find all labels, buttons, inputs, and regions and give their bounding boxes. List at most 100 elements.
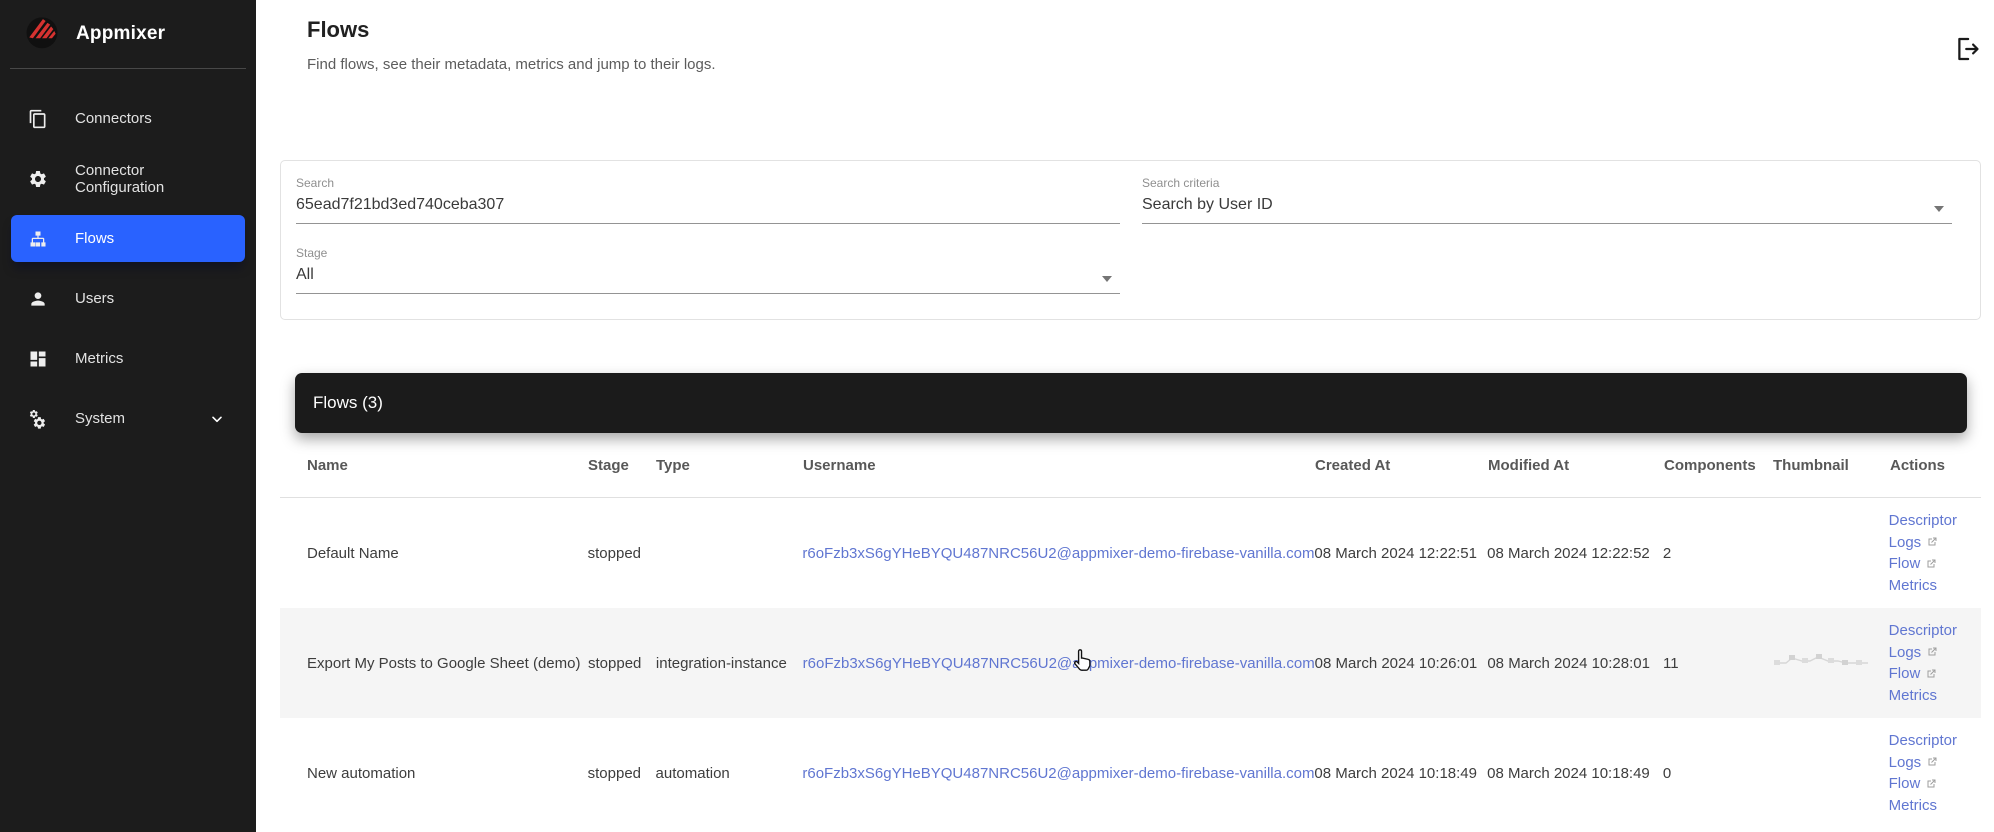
- flow-components: 0: [1663, 765, 1772, 782]
- column-header-components: Components: [1664, 457, 1773, 474]
- search-label: Search: [296, 176, 1120, 190]
- table-body: Default Name stopped r6oFzb3xS6gYHeBYQU4…: [280, 498, 1981, 828]
- column-header-stage: Stage: [588, 457, 656, 474]
- flow-link[interactable]: Flow: [1889, 553, 1957, 575]
- sidebar: Appmixer Connectors Connector Configurat…: [0, 0, 256, 832]
- metrics-icon: [28, 349, 48, 369]
- descriptor-link[interactable]: Descriptor: [1889, 730, 1957, 752]
- table-header-row: Name Stage Type Username Created At Modi…: [280, 433, 1981, 498]
- metrics-link[interactable]: Metrics: [1889, 795, 1957, 817]
- stage-value: All: [296, 266, 1120, 284]
- external-link-icon: [1926, 646, 1938, 658]
- row-actions: Descriptor Logs Flow Metrics: [1889, 620, 1957, 706]
- logout-icon[interactable]: [1950, 34, 1980, 64]
- sidebar-item-label: Flows: [75, 230, 114, 247]
- dropdown-arrow-icon: [1102, 276, 1112, 282]
- column-header-username: Username: [803, 457, 1315, 474]
- flow-modified-at: 08 March 2024 10:18:49: [1487, 765, 1663, 782]
- logs-link[interactable]: Logs: [1889, 532, 1957, 554]
- external-link-icon: [1925, 668, 1937, 680]
- stage-select[interactable]: Stage All: [296, 246, 1120, 294]
- search-criteria-value: Search by User ID: [1142, 196, 1952, 214]
- metrics-link[interactable]: Metrics: [1889, 575, 1957, 597]
- sidebar-item-connector-configuration[interactable]: Connector Configuration: [11, 155, 245, 202]
- flow-link[interactable]: Flow: [1889, 663, 1957, 685]
- stage-label: Stage: [296, 246, 1120, 260]
- sidebar-item-users[interactable]: Users: [11, 275, 245, 322]
- external-link-icon: [1926, 536, 1938, 548]
- row-actions: Descriptor Logs Flow Metrics: [1889, 510, 1957, 596]
- descriptor-link[interactable]: Descriptor: [1889, 510, 1957, 532]
- flow-type: integration-instance: [656, 655, 803, 672]
- table-title: Flows (3): [313, 393, 383, 413]
- table-row: Default Name stopped r6oFzb3xS6gYHeBYQU4…: [280, 498, 1981, 608]
- flow-created-at: 08 March 2024 10:18:49: [1314, 765, 1487, 782]
- sidebar-item-label: Metrics: [75, 350, 123, 367]
- page-subtitle: Find flows, see their metadata, metrics …: [307, 56, 716, 73]
- dropdown-arrow-icon: [1934, 206, 1944, 212]
- flows-icon: [28, 229, 48, 249]
- flow-thumbnail-sketch: [1772, 652, 1872, 670]
- flow-modified-at: 08 March 2024 10:28:01: [1487, 655, 1663, 672]
- connectors-icon: [28, 109, 48, 129]
- column-header-modified-at: Modified At: [1488, 457, 1664, 474]
- flow-stage: stopped: [588, 655, 656, 672]
- flow-created-at: 08 March 2024 10:26:01: [1315, 655, 1488, 672]
- column-header-name: Name: [307, 457, 588, 474]
- column-header-created-at: Created At: [1315, 457, 1488, 474]
- system-gears-icon: [28, 409, 48, 429]
- flow-type: automation: [656, 765, 803, 782]
- column-header-thumbnail: Thumbnail: [1773, 457, 1890, 474]
- flows-table-card: Flows (3) Name Stage Type Username Creat…: [280, 373, 1981, 832]
- search-value: 65ead7f21bd3ed740ceba307: [296, 196, 1120, 214]
- sidebar-item-connectors[interactable]: Connectors: [11, 95, 245, 142]
- logs-link[interactable]: Logs: [1889, 752, 1957, 774]
- flow-link[interactable]: Flow: [1889, 773, 1957, 795]
- input-underline: [1142, 223, 1952, 224]
- sidebar-item-metrics[interactable]: Metrics: [11, 335, 245, 382]
- column-header-type: Type: [656, 457, 803, 474]
- table-title-bar: Flows (3): [295, 373, 1967, 433]
- chevron-down-icon: [209, 411, 225, 427]
- search-input[interactable]: Search 65ead7f21bd3ed740ceba307: [296, 176, 1120, 224]
- row-actions: Descriptor Logs Flow Metrics: [1889, 730, 1957, 816]
- sidebar-item-label: Users: [75, 290, 114, 307]
- external-link-icon: [1925, 558, 1937, 570]
- username-link[interactable]: r6oFzb3xS6gYHeBYQU487NRC56U2@appmixer-de…: [802, 765, 1314, 782]
- flow-components: 11: [1663, 655, 1772, 672]
- flow-thumbnail: [1772, 652, 1889, 674]
- search-criteria-label: Search criteria: [1142, 176, 1952, 190]
- flow-stage: stopped: [588, 545, 656, 562]
- page-title: Flows: [307, 17, 369, 43]
- search-criteria-select[interactable]: Search criteria Search by User ID: [1142, 176, 1952, 224]
- username-link[interactable]: r6oFzb3xS6gYHeBYQU487NRC56U2@appmixer-de…: [802, 545, 1314, 562]
- sidebar-nav: Connectors Connector Configuration Flows…: [0, 69, 256, 442]
- external-link-icon: [1925, 778, 1937, 790]
- brand-name: Appmixer: [76, 23, 165, 45]
- brand: Appmixer: [0, 0, 256, 68]
- table-row: New automation stopped automation r6oFzb…: [280, 718, 1981, 828]
- appmixer-logo: [22, 11, 62, 56]
- flow-created-at: 08 March 2024 12:22:51: [1314, 545, 1487, 562]
- flow-name: Default Name: [307, 545, 588, 562]
- descriptor-link[interactable]: Descriptor: [1889, 620, 1957, 642]
- flow-name: Export My Posts to Google Sheet (demo): [307, 655, 588, 672]
- username-link[interactable]: r6oFzb3xS6gYHeBYQU487NRC56U2@appmixer-de…: [803, 655, 1315, 672]
- input-underline: [296, 223, 1120, 224]
- sidebar-item-system[interactable]: System: [11, 395, 245, 442]
- metrics-link[interactable]: Metrics: [1889, 685, 1957, 707]
- logs-link[interactable]: Logs: [1889, 642, 1957, 664]
- column-header-actions: Actions: [1890, 457, 1967, 474]
- sidebar-item-label: System: [75, 410, 125, 427]
- table-row: Export My Posts to Google Sheet (demo) s…: [280, 608, 1981, 718]
- sidebar-item-flows[interactable]: Flows: [11, 215, 245, 262]
- input-underline: [296, 293, 1120, 294]
- gear-icon: [28, 169, 48, 189]
- flow-modified-at: 08 March 2024 12:22:52: [1487, 545, 1663, 562]
- flow-stage: stopped: [588, 765, 656, 782]
- sidebar-item-label: Connectors: [75, 110, 152, 127]
- sidebar-item-label: Connector Configuration: [75, 162, 225, 196]
- filter-card: Search 65ead7f21bd3ed740ceba307 Search c…: [280, 160, 1981, 320]
- user-icon: [28, 289, 48, 309]
- flow-components: 2: [1663, 545, 1772, 562]
